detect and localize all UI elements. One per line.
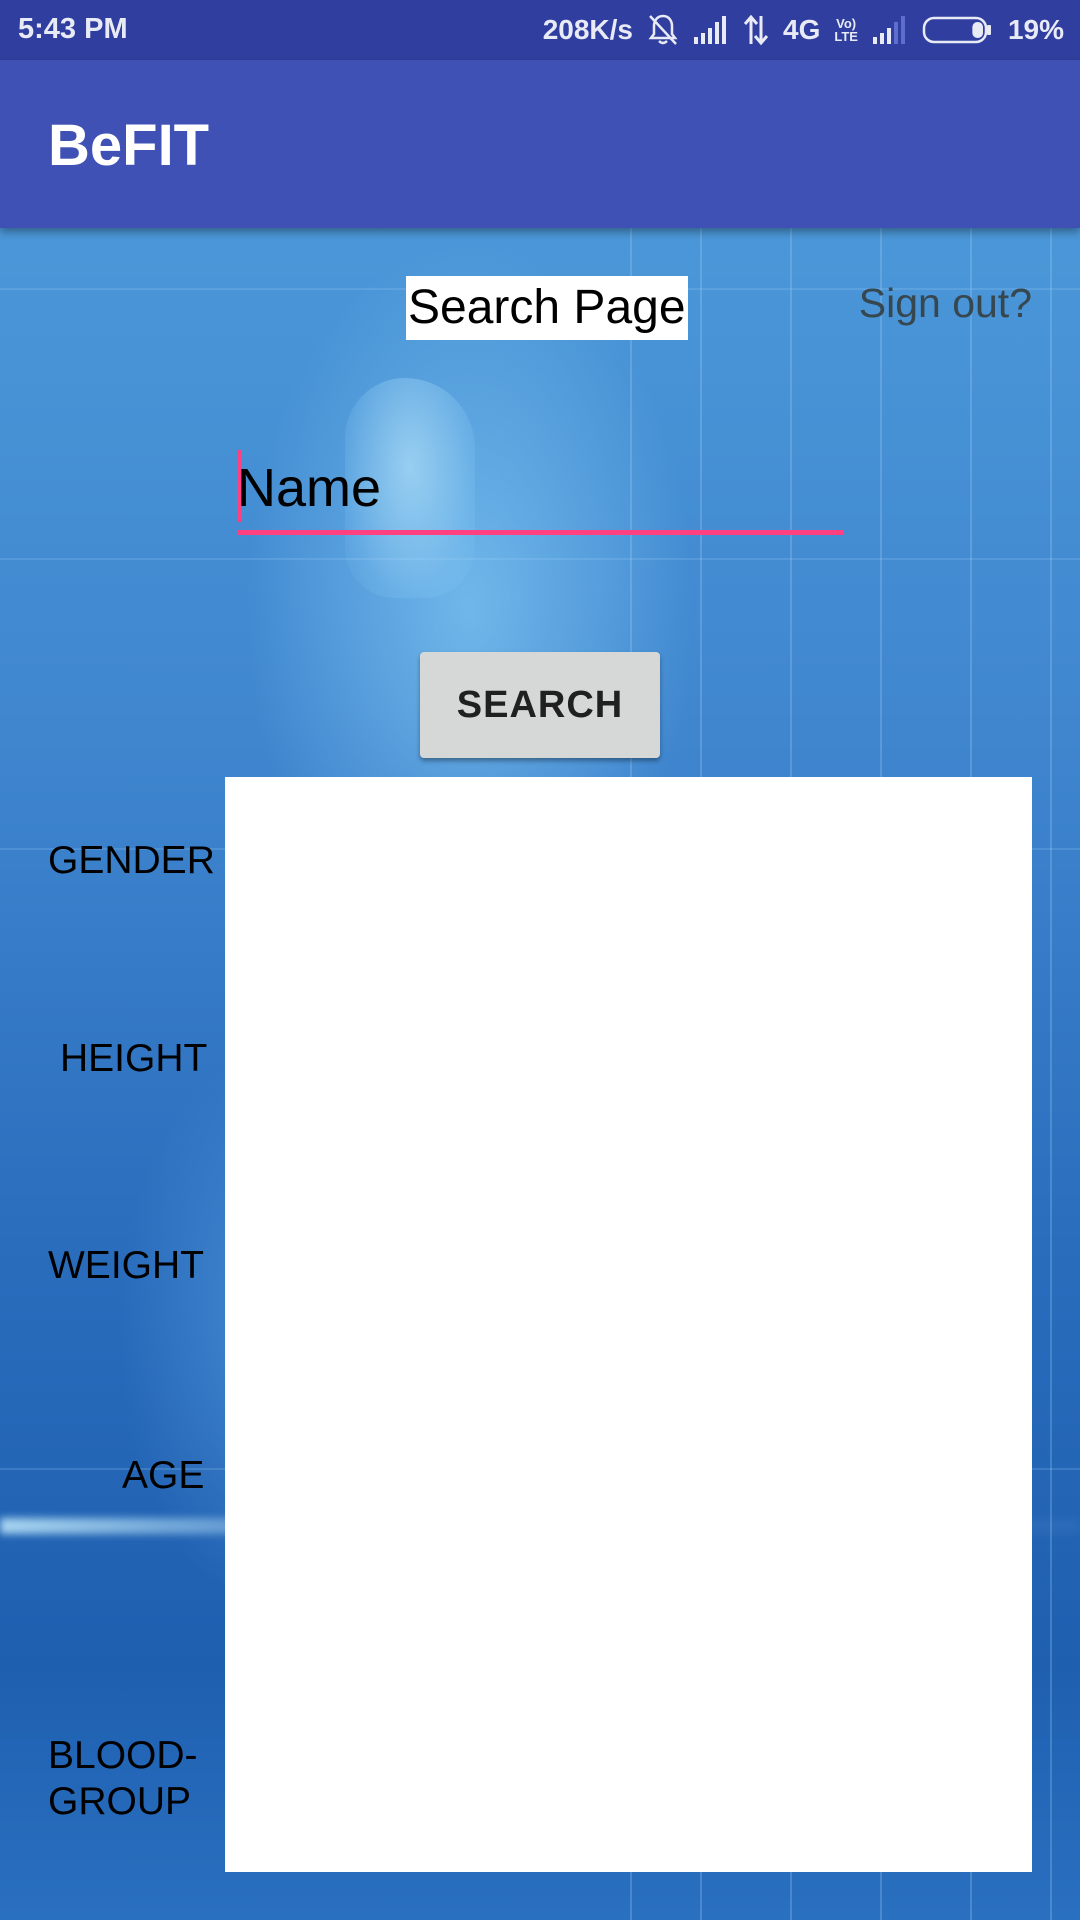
name-input[interactable]: [237, 446, 843, 535]
status-bar: 5:43 PM 208K/s 4G Vo) LTE 19%: [0, 0, 1080, 60]
volte-bottom: LTE: [834, 29, 858, 44]
bell-off-icon: [647, 13, 679, 47]
net-speed: 208K/s: [542, 14, 633, 45]
background-grid-line: [0, 558, 1080, 560]
battery-percent: 19%: [1007, 14, 1064, 45]
app-title: BeFIT: [48, 113, 210, 178]
network-type: 4G: [783, 14, 821, 45]
text-cursor: [237, 450, 241, 522]
signout-link[interactable]: Sign out?: [859, 280, 1032, 327]
data-arrows-icon: [743, 14, 769, 46]
background-grid-line: [1050, 228, 1052, 1920]
search-button[interactable]: SEARCH: [420, 652, 660, 758]
status-icons: 208K/s 4G Vo) LTE 19%: [543, 10, 1064, 50]
height-label: HEIGHT: [60, 1037, 208, 1080]
blood-group-label-line1: BLOOD-: [48, 1734, 198, 1777]
blood-group-label: BLOOD- GROUP: [48, 1733, 198, 1825]
gender-label: GENDER: [48, 839, 215, 882]
page-title: Search Page: [406, 276, 688, 340]
battery-icon: [922, 15, 994, 45]
weight-label: WEIGHT: [48, 1244, 204, 1287]
age-label: AGE: [122, 1454, 205, 1497]
signal-icon: [872, 15, 908, 45]
blood-group-label-line2: GROUP: [48, 1780, 192, 1823]
name-field[interactable]: [237, 446, 843, 536]
app-bar: BeFIT: [0, 60, 1080, 228]
status-time: 5:43 PM: [18, 13, 128, 45]
volte-icon: Vo) LTE: [834, 17, 858, 43]
signal-icon: [693, 15, 729, 45]
results-panel: [225, 777, 1032, 1872]
